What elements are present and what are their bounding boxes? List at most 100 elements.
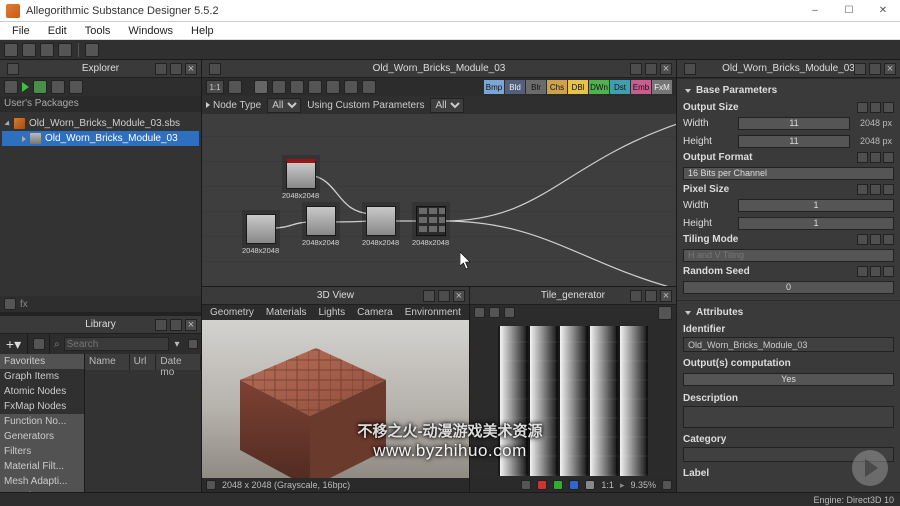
channel-a-icon[interactable] [585, 480, 595, 490]
menu-lights[interactable]: Lights [314, 307, 349, 318]
graph-node[interactable]: 2048x2048 [302, 206, 339, 247]
panel-menu-icon[interactable] [7, 63, 19, 75]
random-seed-input[interactable]: 0 [683, 281, 894, 294]
library-search-input[interactable] [64, 337, 169, 351]
channel-r-icon[interactable] [537, 480, 547, 490]
menu-tools[interactable]: Tools [77, 25, 119, 37]
menu-file[interactable]: File [4, 25, 38, 37]
pin-icon[interactable] [684, 63, 696, 75]
graph-node[interactable]: 2048x2048 [362, 206, 399, 247]
tool-icon[interactable] [272, 80, 286, 94]
inherit-icon[interactable] [857, 266, 868, 277]
graph-node[interactable]: 2048x2048 [282, 159, 319, 200]
menu-help[interactable]: Help [183, 25, 222, 37]
settings-icon[interactable] [206, 480, 216, 490]
menu-icon[interactable] [883, 102, 894, 113]
save-img-icon[interactable] [474, 307, 485, 318]
maximize-panel-icon[interactable] [438, 290, 450, 302]
tool-icon[interactable] [290, 80, 304, 94]
link-icon[interactable] [4, 80, 18, 94]
col-url[interactable]: Url [130, 354, 157, 370]
channel-b-icon[interactable] [569, 480, 579, 490]
reset-icon[interactable] [870, 234, 881, 245]
close-panel-icon[interactable] [884, 63, 896, 75]
menu-icon[interactable] [883, 184, 894, 195]
maximize-button[interactable]: ☐ [832, 0, 866, 22]
library-grid[interactable]: Name Url Date mo [85, 354, 201, 492]
save-icon[interactable] [58, 43, 72, 57]
inherit-icon[interactable] [857, 184, 868, 195]
explorer-options-icon[interactable] [69, 80, 83, 94]
output-chip-bmp[interactable]: Bmp [484, 80, 504, 94]
undock-icon[interactable] [155, 63, 167, 75]
reset-icon[interactable] [870, 266, 881, 277]
attributes-title[interactable]: Attributes [683, 304, 894, 321]
maximize-panel-icon[interactable] [645, 63, 657, 75]
maximize-panel-icon[interactable] [869, 63, 881, 75]
menu-materials[interactable]: Materials [262, 307, 311, 318]
option-icon[interactable] [658, 306, 672, 320]
lib-cat[interactable]: FxMap Nodes [0, 399, 84, 414]
properties-panel[interactable]: Base Parameters Output Size Width 11 204… [677, 78, 900, 492]
outputs-comp-select[interactable]: Yes [683, 373, 894, 386]
graph-node[interactable]: 2048x2048 [242, 214, 279, 255]
close-panel-icon[interactable] [660, 290, 672, 302]
pixel-height-input[interactable]: 1 [738, 217, 894, 230]
node-graph-canvas[interactable]: 2048x20482048x20482048x20482048x20482048… [202, 114, 676, 286]
output-chip-blr[interactable]: Blr [526, 80, 546, 94]
lib-cat[interactable]: Atomic Nodes [0, 384, 84, 399]
identifier-field[interactable]: Old_Worn_Bricks_Module_03 [683, 337, 894, 352]
reset-icon[interactable] [870, 152, 881, 163]
fit-icon[interactable] [662, 480, 672, 490]
output-chip-emb[interactable]: Emb [631, 80, 651, 94]
col-date[interactable]: Date mo [156, 354, 201, 370]
new-substance-icon[interactable] [4, 43, 18, 57]
tool-icon[interactable] [308, 80, 322, 94]
open-icon[interactable] [22, 43, 36, 57]
lib-cat[interactable]: Material Filt... [0, 459, 84, 474]
lib-cat[interactable]: Generators [0, 429, 84, 444]
menu-edit[interactable]: Edit [40, 25, 75, 37]
close-panel-icon[interactable] [185, 63, 197, 75]
reset-icon[interactable] [870, 102, 881, 113]
tiling-mode-select[interactable]: H and V Tiling [683, 249, 894, 262]
expand-icon[interactable] [4, 120, 11, 127]
base-parameters-title[interactable]: Base Parameters [683, 82, 894, 99]
output-chip-dst[interactable]: Dst [610, 80, 630, 94]
output-chip-dbl[interactable]: DBl [568, 80, 588, 94]
checker-icon[interactable] [489, 307, 500, 318]
lib-cat-favorites[interactable]: Favorites [0, 354, 84, 369]
lib-cat[interactable]: Mesh Adapti... [0, 474, 84, 489]
output-format-select[interactable]: 16 Bits per Channel [683, 167, 894, 180]
output-height-input[interactable]: 11 [738, 135, 850, 148]
option-icon[interactable] [504, 307, 515, 318]
menu-environment[interactable]: Environment [401, 307, 465, 318]
output-chip-fxm[interactable]: FxM [652, 80, 672, 94]
inherit-icon[interactable] [857, 102, 868, 113]
expand-icon[interactable] [22, 136, 26, 142]
param-filter-select[interactable]: All [430, 98, 464, 113]
description-field[interactable] [683, 406, 894, 428]
maximize-panel-icon[interactable] [645, 290, 657, 302]
channel-g-icon[interactable] [553, 480, 563, 490]
refresh-explorer-icon[interactable] [51, 80, 65, 94]
menu-icon[interactable] [883, 152, 894, 163]
output-chip-chs[interactable]: Chs [547, 80, 567, 94]
minimize-button[interactable]: – [798, 0, 832, 22]
fit-icon[interactable] [228, 80, 242, 94]
inherit-icon[interactable] [857, 152, 868, 163]
tool-icon[interactable] [326, 80, 340, 94]
undock-icon[interactable] [854, 63, 866, 75]
undock-icon[interactable] [630, 63, 642, 75]
output-chip-dwn[interactable]: DWn [589, 80, 609, 94]
footer-icon[interactable] [4, 298, 16, 310]
add-filter-button[interactable]: +▾ [0, 334, 28, 354]
menu-camera[interactable]: Camera [353, 307, 397, 318]
output-chip-bld[interactable]: Bld [505, 80, 525, 94]
col-name[interactable]: Name [85, 354, 130, 370]
compute-icon[interactable] [22, 82, 29, 92]
inherit-icon[interactable] [857, 234, 868, 245]
undock-icon[interactable] [630, 290, 642, 302]
3d-viewport[interactable] [202, 320, 469, 478]
close-panel-icon[interactable] [185, 319, 197, 331]
